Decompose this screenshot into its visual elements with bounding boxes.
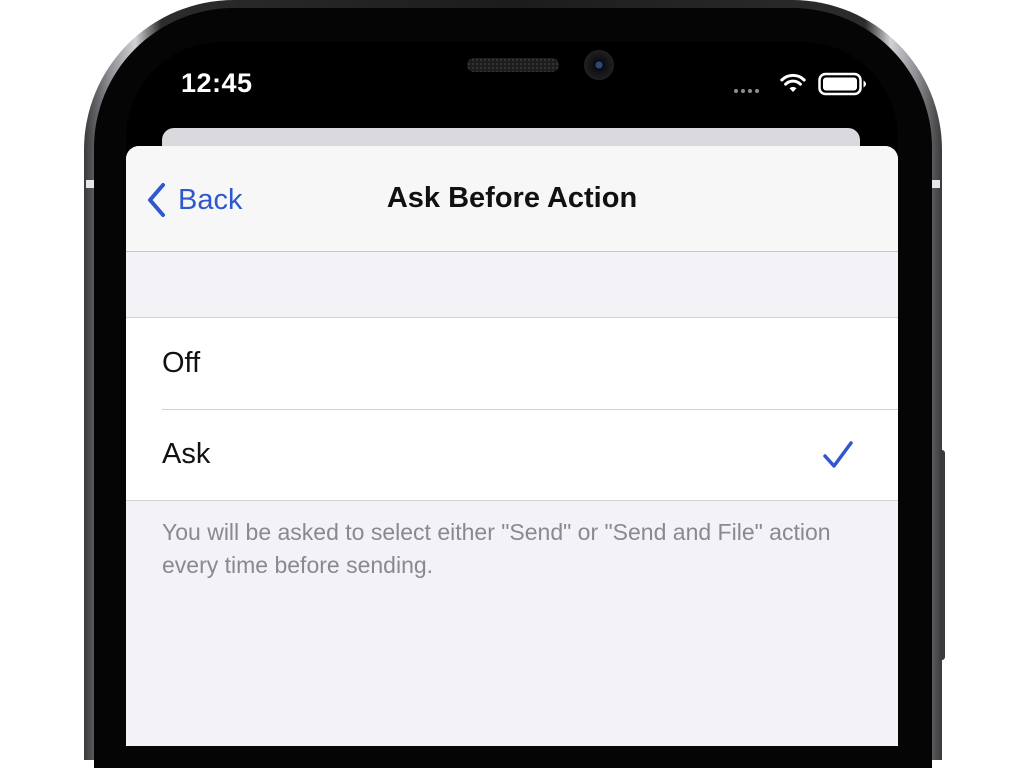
checkmark-icon <box>823 441 853 468</box>
option-label: Off <box>162 347 201 379</box>
side-button <box>940 450 945 660</box>
cellular-signal-icon <box>734 89 759 93</box>
front-camera <box>584 50 614 80</box>
navigation-bar: Back Ask Before Action <box>126 146 898 252</box>
option-ask[interactable]: Ask <box>126 409 898 500</box>
antenna-line-right <box>931 180 940 188</box>
notch <box>303 42 718 106</box>
footer-note: You will be asked to select either "Send… <box>162 519 831 578</box>
wifi-icon <box>780 73 806 92</box>
speaker-grille <box>467 58 559 72</box>
battery-icon <box>818 72 866 96</box>
page-title: Ask Before Action <box>386 182 638 214</box>
settings-sheet: Back Ask Before Action Off Ask You will … <box>126 146 898 746</box>
option-label: Ask <box>162 438 211 470</box>
option-off[interactable]: Off <box>126 318 898 409</box>
options-list: Off Ask <box>126 317 898 501</box>
status-bar-time: 12:45 <box>181 68 253 98</box>
